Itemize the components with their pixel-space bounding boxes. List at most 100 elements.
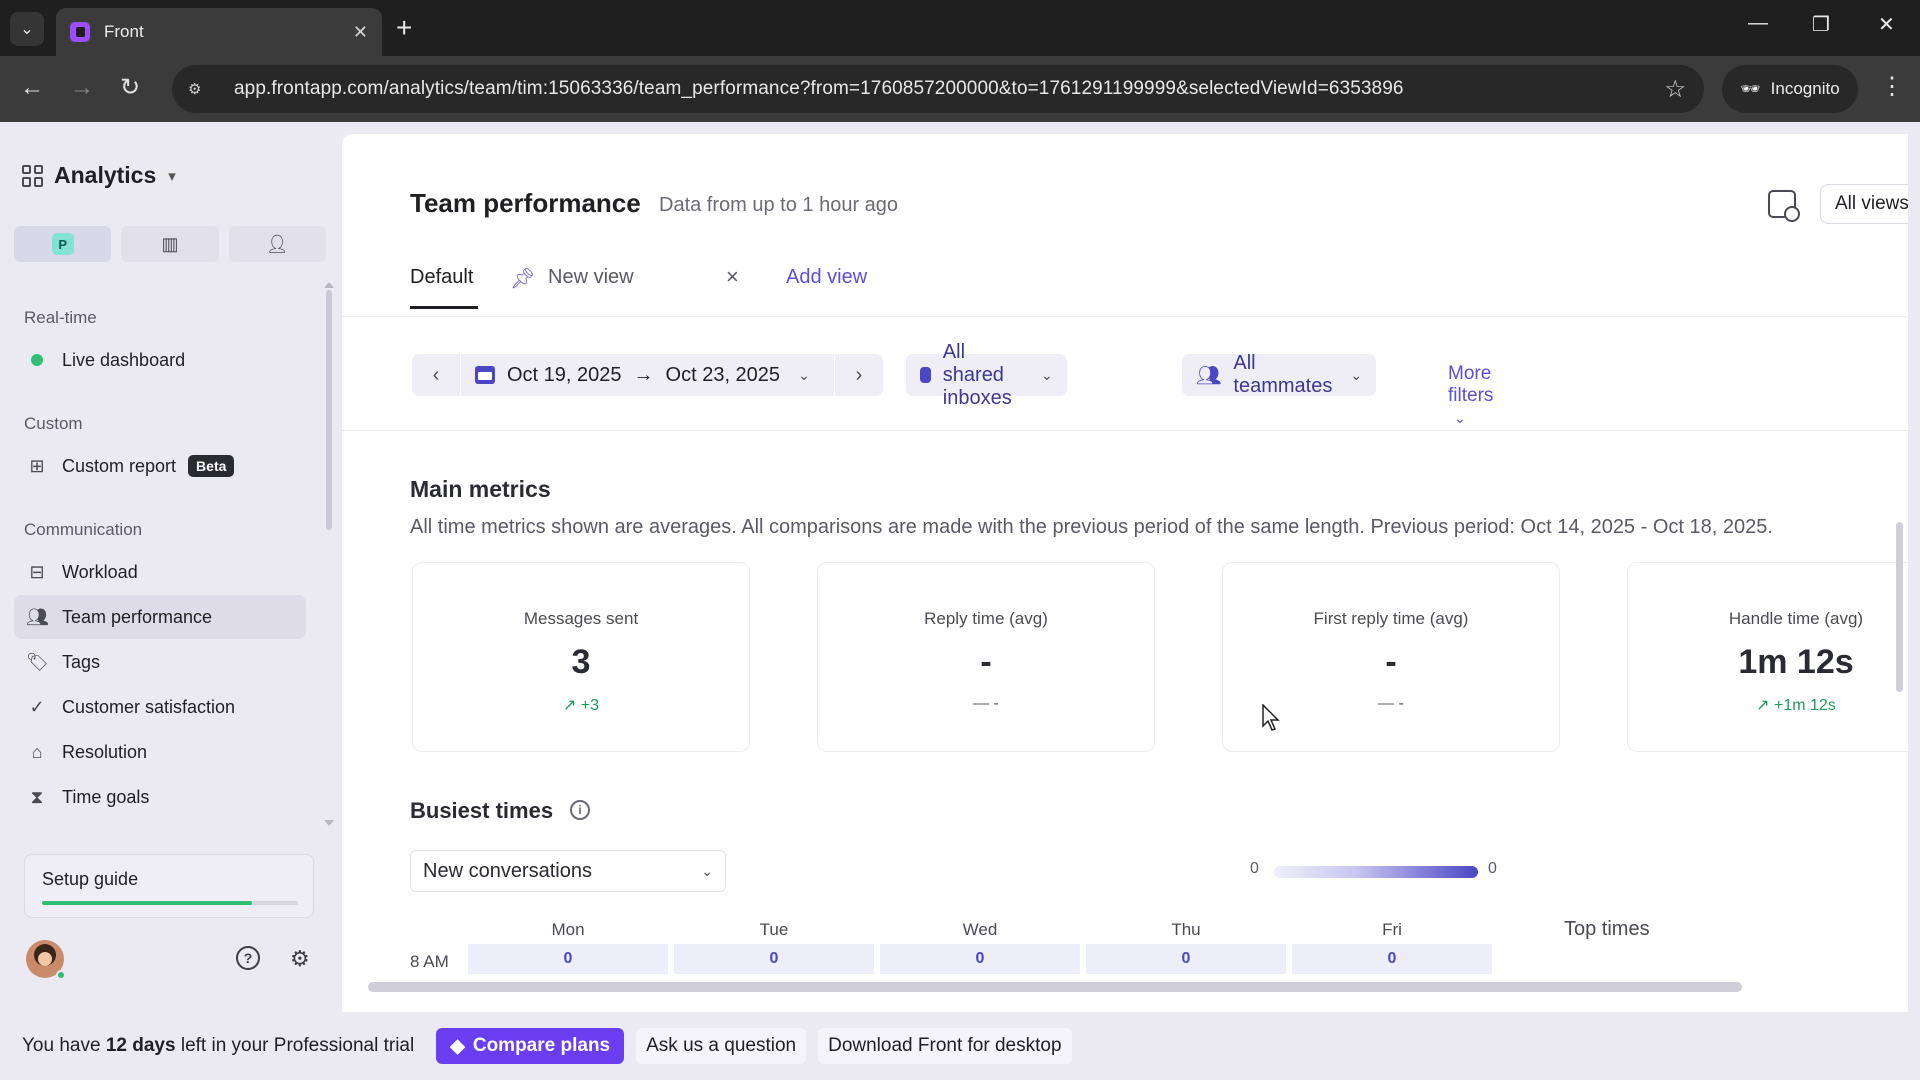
browser-tab[interactable]: Front ✕ bbox=[56, 8, 382, 56]
next-period-icon[interactable]: › bbox=[835, 364, 883, 387]
tab-new-view[interactable]: New view bbox=[548, 266, 634, 289]
main-horizontal-scrollbar[interactable] bbox=[352, 980, 1892, 992]
site-settings-icon[interactable]: ⚙ bbox=[188, 80, 216, 98]
tab-close-icon[interactable]: ✕ bbox=[353, 22, 368, 43]
chevron-down-icon: ▾ bbox=[168, 167, 176, 185]
date-range-button[interactable]: Oct 19, 2025 → Oct 23, 2025 ⌄ bbox=[461, 364, 834, 387]
legend-min: 0 bbox=[1250, 860, 1259, 877]
heatmap-legend-gradient bbox=[1274, 866, 1478, 878]
gear-icon[interactable]: ⚙ bbox=[290, 946, 310, 972]
sidebar-item-label: Custom report bbox=[62, 455, 177, 476]
sidebar-scope-tabs: P ▥ 👤︎ bbox=[14, 226, 326, 262]
heatmap-cell[interactable]: 0 bbox=[880, 944, 1080, 974]
setup-guide-progress-fill bbox=[42, 901, 252, 905]
tab-default[interactable]: Default bbox=[410, 266, 473, 289]
incognito-indicator[interactable]: 🕶 Incognito bbox=[1722, 65, 1858, 113]
forward-icon[interactable]: → bbox=[70, 74, 94, 102]
more-filters-button[interactable]: More filters ⌄ bbox=[1448, 363, 1493, 429]
sidebar-item-custom-report[interactable]: ⊞ Custom report Beta bbox=[14, 444, 306, 488]
close-view-icon[interactable]: × bbox=[726, 264, 739, 290]
sidebar-item-label: Workload bbox=[62, 561, 138, 582]
busiest-times-metric-select[interactable]: New conversations ⌄ bbox=[410, 850, 726, 892]
trial-days: 12 days bbox=[105, 1035, 176, 1056]
section-realtime: Real-time bbox=[24, 308, 97, 327]
help-icon[interactable]: ? bbox=[236, 946, 260, 970]
chevron-down-icon: ⌄ bbox=[1454, 410, 1466, 426]
metric-card-handle-time[interactable]: Handle time (avg) 1m 12s ↗ +1m 12s bbox=[1627, 562, 1908, 752]
date-arrow: → bbox=[633, 363, 654, 386]
date-to: Oct 23, 2025 bbox=[665, 363, 781, 386]
address-bar[interactable]: ⚙ app.frontapp.com/analytics/team/tim:15… bbox=[172, 65, 1704, 113]
teammates-filter[interactable]: 👥︎ All teammates ⌄ bbox=[1182, 352, 1377, 397]
minimize-icon[interactable]: — bbox=[1748, 12, 1768, 35]
previous-period-icon[interactable]: ‹ bbox=[412, 364, 460, 387]
sidebar-scroll-up-icon[interactable] bbox=[324, 282, 334, 288]
url-text[interactable]: app.frontapp.com/analytics/team/tim:1506… bbox=[234, 78, 1664, 100]
metric-card-messages-sent[interactable]: Messages sent 3 ↗ +3 bbox=[412, 562, 750, 752]
metric-card-reply-time[interactable]: Reply time (avg) - — - bbox=[817, 562, 1155, 752]
browser-menu-icon[interactable]: ⋮ bbox=[1880, 72, 1904, 101]
bookmark-star-icon[interactable]: ☆ bbox=[1664, 75, 1686, 104]
ask-question-button[interactable]: Ask us a question bbox=[636, 1028, 807, 1064]
all-views-button[interactable]: All views bbox=[1820, 184, 1908, 224]
inbox-icon bbox=[920, 367, 931, 383]
heatmap-cell[interactable]: 0 bbox=[1292, 944, 1492, 974]
main-panel: Team performance Data from up to 1 hour … bbox=[342, 134, 1908, 1012]
inboxes-filter[interactable]: All shared inboxes ⌄ bbox=[906, 341, 1067, 409]
sidebar-scrollbar[interactable] bbox=[326, 290, 332, 530]
check-circle-icon: ✓ bbox=[29, 696, 45, 717]
heatmap-cell[interactable]: 0 bbox=[674, 944, 874, 974]
metric-delta: — - bbox=[973, 695, 999, 712]
window-close-icon[interactable]: ✕ bbox=[1878, 12, 1895, 37]
reload-icon[interactable]: ↻ bbox=[120, 74, 140, 102]
page-title: Team performance bbox=[410, 188, 641, 218]
back-icon[interactable]: ← bbox=[20, 74, 44, 102]
add-view-link[interactable]: Add view bbox=[786, 266, 867, 289]
resolution-icon: ⌂ bbox=[31, 741, 43, 762]
tag-icon: 🏷︎ bbox=[26, 651, 49, 672]
trial-prefix: You have bbox=[22, 1035, 101, 1056]
analytics-grid-icon bbox=[22, 164, 44, 187]
top-times-label: Top times bbox=[1564, 918, 1650, 940]
sidebar-scroll-down-icon[interactable] bbox=[324, 820, 334, 826]
new-tab-icon[interactable]: + bbox=[396, 12, 412, 44]
tab-company[interactable]: ▥ bbox=[121, 226, 219, 262]
sidebar-item-resolution[interactable]: ⌂ Resolution bbox=[14, 730, 306, 774]
select-value: New conversations bbox=[423, 859, 592, 882]
sidebar-item-tags[interactable]: 🏷︎ Tags bbox=[14, 640, 306, 684]
setup-guide[interactable]: Setup guide bbox=[24, 854, 314, 918]
sidebar-item-live-dashboard[interactable]: Live dashboard bbox=[14, 338, 306, 382]
metric-value: - bbox=[980, 643, 992, 681]
divider bbox=[342, 430, 1908, 431]
sidebar-item-label: Tags bbox=[62, 651, 101, 672]
restore-icon[interactable]: ❐ bbox=[1812, 12, 1830, 37]
download-desktop-button[interactable]: Download Front for desktop bbox=[818, 1028, 1072, 1064]
tab-search-chevron-icon[interactable]: ⌄ bbox=[10, 12, 44, 46]
sidebar-item-customer-satisfaction[interactable]: ✓ Customer satisfaction bbox=[14, 685, 306, 729]
compare-plans-button[interactable]: ◆ Compare plans bbox=[436, 1028, 625, 1064]
pin-icon[interactable]: 📌︎ bbox=[510, 266, 535, 291]
tab-workspace[interactable]: P bbox=[14, 226, 112, 262]
section-custom: Custom bbox=[24, 414, 83, 433]
compare-plans-label: Compare plans bbox=[472, 1035, 611, 1056]
info-icon[interactable]: i bbox=[570, 800, 590, 820]
heatmap-day-label: Thu bbox=[1171, 920, 1201, 939]
tab-individual[interactable]: 👤︎ bbox=[228, 226, 326, 262]
sidebar: Analytics ▾ P ▥ 👤︎ Real-time Live dashbo… bbox=[0, 122, 342, 1012]
heatmap-cell[interactable]: 0 bbox=[468, 944, 668, 974]
sidebar-item-label: Team performance bbox=[62, 606, 213, 627]
main-vertical-scrollbar[interactable] bbox=[1894, 492, 1904, 992]
teammates-icon: 👥︎ bbox=[1196, 364, 1222, 387]
sidebar-item-workload[interactable]: ⊟ Workload bbox=[14, 550, 306, 594]
date-range-picker: ‹ Oct 19, 2025 → Oct 23, 2025 ⌄ › bbox=[412, 354, 883, 396]
analytics-menu[interactable]: Analytics ▾ bbox=[22, 162, 176, 189]
heatmap-day-label: Mon bbox=[551, 920, 585, 939]
schedule-report-icon[interactable] bbox=[1768, 190, 1800, 222]
sidebar-item-team-performance[interactable]: 👥︎ Team performance bbox=[14, 595, 306, 639]
metric-delta: ↗ +1m 12s bbox=[1756, 697, 1836, 714]
heatmap-cell[interactable]: 0 bbox=[1086, 944, 1286, 974]
browser-toolbar: ← → ↻ ⚙ app.frontapp.com/analytics/team/… bbox=[0, 56, 1920, 122]
trial-message: You have 12 days left in your Profession… bbox=[22, 1035, 414, 1057]
metric-label: Messages sent bbox=[523, 609, 639, 628]
sidebar-item-time-goals[interactable]: ⧗ Time goals bbox=[14, 775, 306, 819]
